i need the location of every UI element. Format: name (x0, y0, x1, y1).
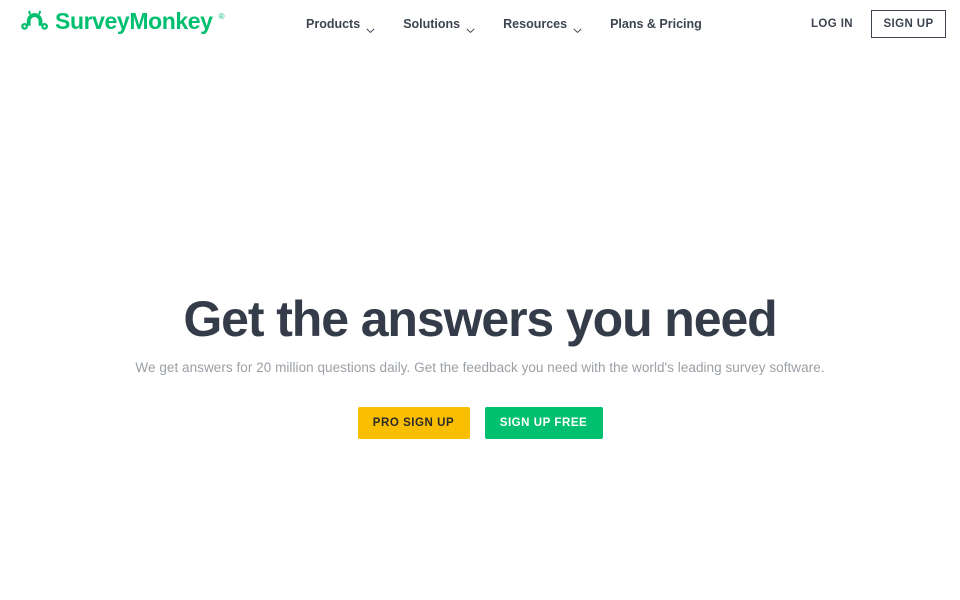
log-in-link[interactable]: LOG IN (809, 13, 855, 35)
nav-item-solutions[interactable]: Solutions (402, 14, 476, 34)
sign-up-button[interactable]: SIGN UP (871, 10, 946, 38)
main-navigation: Products Solutions Resources Plans & Pri… (305, 14, 703, 34)
account-navigation: LOG IN SIGN UP (809, 10, 946, 38)
hero-title: Get the answers you need (183, 291, 777, 347)
brand-logo[interactable]: SurveyMonkey ® (20, 9, 224, 33)
surveymonkey-monkey-icon (20, 9, 50, 33)
hero-section: Get the answers you need We get answers … (0, 290, 960, 439)
nav-item-resources-label: Resources (503, 17, 568, 31)
nav-item-plans-and-pricing[interactable]: Plans & Pricing (609, 14, 703, 34)
sign-up-free-button[interactable]: SIGN UP FREE (484, 407, 603, 439)
chevron-down-icon (466, 22, 475, 33)
nav-item-resources[interactable]: Resources (502, 14, 583, 34)
hero-cta-group: PRO SIGN UP SIGN UP FREE (0, 407, 960, 439)
nav-item-products[interactable]: Products (305, 14, 376, 34)
pro-sign-up-button[interactable]: PRO SIGN UP (357, 407, 470, 439)
trademark-symbol: ® (218, 12, 225, 21)
nav-item-products-label: Products (306, 17, 361, 31)
nav-item-solutions-label: Solutions (403, 17, 461, 31)
hero-subtitle: We get answers for 20 million questions … (135, 360, 825, 375)
site-header: SurveyMonkey ® Products Solutions Resour… (0, 0, 960, 50)
chevron-down-icon (366, 22, 375, 33)
chevron-down-icon (573, 22, 582, 33)
nav-item-plans-and-pricing-label: Plans & Pricing (610, 17, 702, 31)
brand-wordmark: SurveyMonkey (55, 8, 213, 34)
